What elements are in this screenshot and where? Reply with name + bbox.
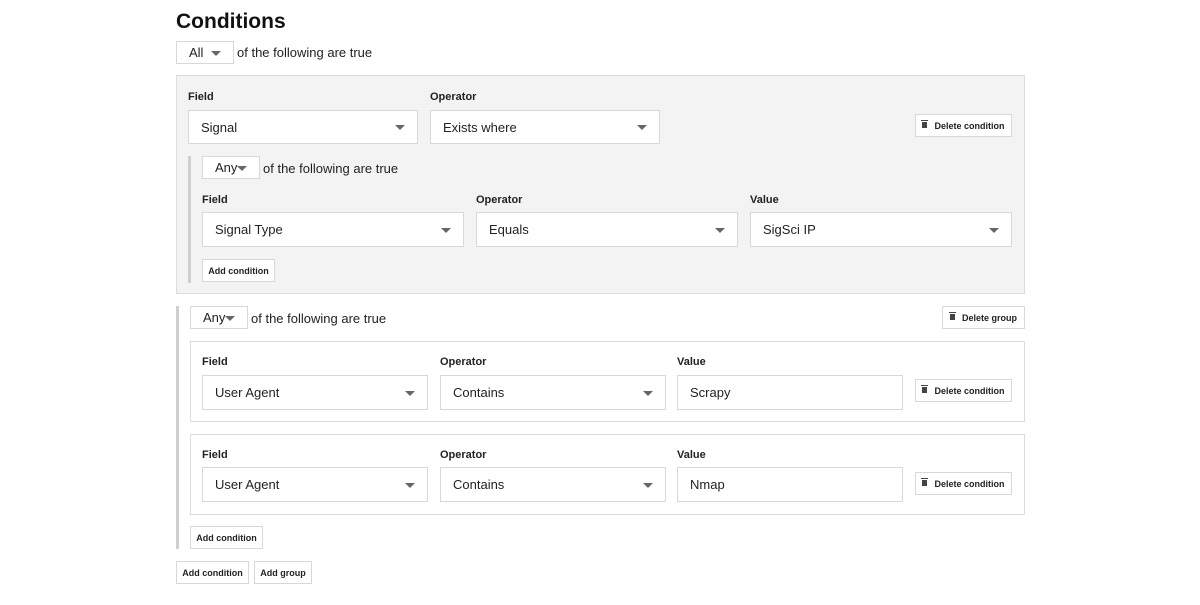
delete-group-label: Delete group: [961, 312, 1017, 323]
condition-panel: [176, 75, 1025, 294]
chevron-down-icon: [405, 390, 415, 396]
chevron-down-icon: [211, 50, 221, 56]
add-group-button[interactable]: Add group: [254, 561, 312, 584]
field-select-value: User Agent: [215, 477, 280, 492]
value-input-text: Nmap: [690, 477, 725, 492]
chevron-down-icon: [715, 227, 725, 233]
delete-condition-button[interactable]: Delete condition: [915, 379, 1012, 402]
trash-icon: [921, 119, 929, 128]
field-label: Field: [202, 194, 228, 206]
field-select[interactable]: Signal Type: [202, 212, 464, 247]
add-group-label: Add group: [260, 567, 306, 578]
operator-label: Operator: [476, 194, 523, 206]
field-select[interactable]: User Agent: [202, 467, 428, 502]
add-condition-label: Add condition: [208, 265, 269, 276]
group-match-suffix: of the following are true: [251, 311, 387, 326]
value-select[interactable]: SigSci IP: [750, 212, 1012, 247]
value-select-value: SigSci IP: [763, 222, 816, 237]
chevron-down-icon: [441, 227, 451, 233]
operator-label: Operator: [440, 356, 487, 368]
chevron-down-icon: [637, 125, 647, 130]
field-select[interactable]: Signal: [188, 110, 418, 144]
add-condition-button[interactable]: Add condition: [176, 561, 249, 584]
root-match-select[interactable]: All: [176, 41, 234, 64]
operator-select-value: Contains: [453, 477, 505, 492]
value-input[interactable]: Nmap: [677, 467, 903, 502]
operator-select-value: Equals: [489, 222, 529, 237]
chevron-down-icon: [643, 482, 653, 488]
group-match-value: Any: [203, 310, 226, 325]
page-title: Conditions: [176, 10, 286, 33]
field-select-value: Signal: [201, 119, 238, 135]
value-input-text: Scrapy: [690, 385, 731, 400]
add-condition-button[interactable]: Add condition: [202, 259, 275, 282]
nested-group-line: [188, 156, 191, 283]
add-condition-label: Add condition: [182, 567, 243, 578]
field-label: Field: [202, 449, 228, 461]
trash-icon: [921, 477, 929, 486]
chevron-down-icon: [989, 227, 999, 233]
chevron-down-icon: [225, 315, 235, 321]
chevron-down-icon: [643, 390, 653, 396]
delete-condition-label: Delete condition: [934, 478, 1005, 489]
delete-condition-button[interactable]: Delete condition: [915, 472, 1012, 495]
value-label: Value: [677, 356, 706, 368]
operator-select[interactable]: Equals: [476, 212, 738, 247]
value-label: Value: [750, 194, 779, 206]
add-condition-label: Add condition: [196, 532, 257, 543]
nested-match-suffix: of the following are true: [263, 161, 399, 176]
trash-icon: [948, 311, 956, 320]
root-match-suffix: of the following are true: [237, 45, 373, 60]
root-match-value: All: [189, 45, 204, 60]
delete-condition-label: Delete condition: [934, 120, 1005, 131]
value-label: Value: [677, 449, 706, 461]
chevron-down-icon: [237, 165, 247, 171]
nested-match-value: Any: [215, 160, 238, 175]
field-label: Field: [202, 356, 228, 368]
group-match-select[interactable]: Any: [190, 306, 248, 329]
delete-group-button[interactable]: Delete group: [942, 306, 1025, 329]
operator-select-value: Exists where: [443, 119, 517, 135]
field-select-value: Signal Type: [215, 222, 283, 237]
operator-select-value: Contains: [453, 385, 505, 400]
value-input[interactable]: Scrapy: [677, 375, 903, 410]
delete-condition-button[interactable]: Delete condition: [915, 114, 1012, 137]
field-label: Field: [188, 91, 214, 103]
operator-label: Operator: [440, 449, 487, 461]
operator-select[interactable]: Exists where: [430, 110, 660, 144]
field-select-value: User Agent: [215, 385, 280, 400]
operator-label: Operator: [430, 91, 477, 103]
group-line: [176, 306, 179, 549]
operator-select[interactable]: Contains: [440, 467, 666, 502]
add-condition-button[interactable]: Add condition: [190, 526, 263, 549]
nested-match-select[interactable]: Any: [202, 156, 260, 179]
trash-icon: [921, 384, 929, 393]
operator-select[interactable]: Contains: [440, 375, 666, 410]
delete-condition-label: Delete condition: [934, 385, 1005, 396]
field-select[interactable]: User Agent: [202, 375, 428, 410]
chevron-down-icon: [395, 125, 405, 130]
chevron-down-icon: [405, 482, 415, 488]
